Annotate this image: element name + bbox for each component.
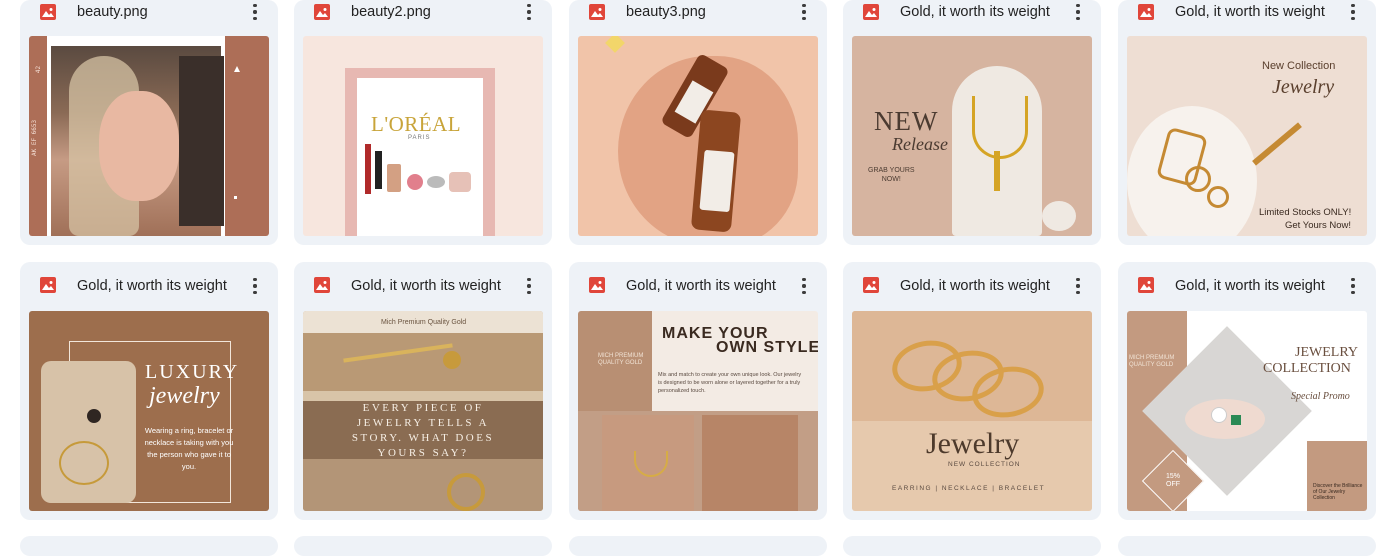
thumb-promo: Special Promo [1291, 391, 1350, 402]
file-card[interactable]: Gold, it worth its weight LUXURY jewelry… [20, 262, 278, 520]
file-card-header: beauty3.png [569, 0, 827, 28]
file-card[interactable] [294, 536, 552, 556]
image-file-icon [863, 277, 879, 293]
image-file-icon [863, 4, 879, 20]
image-file-icon [314, 4, 330, 20]
file-card[interactable]: Gold, it worth its weight JEWELRY COLLEC… [1118, 262, 1376, 520]
file-card-header: Gold, it worth its weight [569, 271, 827, 299]
file-name[interactable]: Gold, it worth its weight [900, 3, 1050, 21]
file-card[interactable]: beauty3.png [569, 0, 827, 245]
file-thumbnail[interactable]: LUXURY jewelry Wearing a ring, bracelet … [29, 311, 269, 511]
thumb-cta: GRAB YOURS NOW! [868, 167, 915, 183]
file-card[interactable]: Gold, it worth its weight Jewelry NEW CO… [843, 262, 1101, 520]
image-file-icon [314, 277, 330, 293]
more-vert-icon[interactable] [518, 1, 540, 23]
file-name[interactable]: Gold, it worth its weight [626, 277, 776, 295]
file-card[interactable]: Gold, it worth its weight New Collection… [1118, 0, 1376, 245]
file-card-header: Gold, it worth its weight [1118, 271, 1376, 299]
file-card-header: Gold, it worth its weight [843, 0, 1101, 28]
file-card[interactable]: beauty.png AK EF 6653 42 [20, 0, 278, 245]
file-card-header: Gold, it worth its weight [20, 271, 278, 299]
thumb-subhead: Release [892, 134, 948, 154]
file-thumbnail[interactable]: New Collection Jewelry Limited Stocks ON… [1127, 36, 1367, 236]
more-vert-icon[interactable] [1067, 275, 1089, 297]
image-file-icon [589, 4, 605, 20]
more-vert-icon[interactable] [244, 1, 266, 23]
more-vert-icon[interactable] [244, 275, 266, 297]
file-thumbnail[interactable]: MAKE YOUR OWN STYLE MICH PREMIUM QUALITY… [578, 311, 818, 511]
more-vert-icon[interactable] [518, 275, 540, 297]
thumb-brand: Mich Premium Quality Gold [381, 319, 467, 326]
file-thumbnail[interactable]: NEW Release GRAB YOURS NOW! [852, 36, 1092, 236]
thumb-headline: NEW [874, 106, 939, 136]
file-name[interactable]: Gold, it worth its weight [1175, 277, 1325, 295]
file-card-header: Gold, it worth its weight [843, 271, 1101, 299]
file-card-header: Gold, it worth its weight [294, 271, 552, 299]
image-file-icon [1138, 277, 1154, 293]
thumb-categories: EARRING | NECKLACE | BRACELET [892, 485, 1046, 492]
thumb-tagline: Discover the Brilliance of Our Jewelry C… [1313, 483, 1363, 501]
file-card[interactable]: Gold, it worth its weight MAKE YOUR OWN … [569, 262, 827, 520]
file-card-header: beauty.png [20, 0, 278, 28]
file-thumbnail[interactable] [578, 36, 818, 236]
more-vert-icon[interactable] [793, 1, 815, 23]
thumb-headline-1: JEWELRY [1295, 345, 1358, 360]
file-thumbnail[interactable]: L'ORÉAL PARIS [303, 36, 543, 236]
file-thumbnail[interactable]: JEWELRY COLLECTION Special Promo MICH PR… [1127, 311, 1367, 511]
thumb-cta-2: Get Yours Now! [1285, 220, 1352, 231]
more-vert-icon[interactable] [1067, 1, 1089, 23]
more-vert-icon[interactable] [1342, 1, 1364, 23]
thumb-headline-2: COLLECTION [1263, 361, 1351, 376]
thumb-brand: MICH PREMIUM QUALITY GOLD [598, 353, 644, 366]
file-thumbnail[interactable]: Mich Premium Quality Gold EVERY PIECE OF… [303, 311, 543, 511]
thumb-brand-sub: PARIS [408, 135, 431, 141]
file-name[interactable]: beauty.png [77, 3, 227, 21]
thumb-headline: Jewelry [926, 427, 1020, 460]
file-card[interactable] [20, 536, 278, 556]
file-name[interactable]: Gold, it worth its weight [1175, 3, 1325, 21]
file-name[interactable]: beauty2.png [351, 3, 501, 21]
more-vert-icon[interactable] [1342, 275, 1364, 297]
file-thumbnail[interactable]: AK EF 6653 42 [29, 36, 269, 236]
file-name[interactable]: Gold, it worth its weight [351, 277, 501, 295]
file-name[interactable]: beauty3.png [626, 3, 776, 21]
file-thumbnail[interactable]: Jewelry NEW COLLECTION EARRING | NECKLAC… [852, 311, 1092, 511]
thumb-brand: MICH PREMIUM QUALITY GOLD [1129, 355, 1175, 368]
thumb-headline: LUXURY [145, 361, 240, 383]
thumb-subhead: jewelry [149, 383, 220, 409]
file-card[interactable] [569, 536, 827, 556]
file-card[interactable] [1118, 536, 1376, 556]
image-file-icon [589, 277, 605, 293]
thumb-body: Mix and match to create your own unique … [658, 372, 802, 394]
thumb-body: Wearing a ring, bracelet or necklace is … [144, 426, 234, 471]
file-card[interactable] [843, 536, 1101, 556]
more-vert-icon[interactable] [793, 275, 815, 297]
file-grid: beauty.png AK EF 6653 42 beauty2.png L'O… [0, 0, 1387, 556]
file-card-header: beauty2.png [294, 0, 552, 28]
file-card[interactable]: Gold, it worth its weight Mich Premium Q… [294, 262, 552, 520]
thumb-discount: 15% OFF [1165, 473, 1180, 488]
thumb-side-text-left: AK EF 6653 [31, 119, 38, 156]
file-card[interactable]: Gold, it worth its weight NEW Release GR… [843, 0, 1101, 245]
image-file-icon [40, 277, 56, 293]
thumb-title-small: New Collection [1262, 60, 1336, 72]
thumb-cta-1: Limited Stocks ONLY! [1259, 207, 1352, 218]
thumb-side-text-right: 42 [35, 65, 43, 74]
thumb-subhead: NEW COLLECTION [948, 461, 1021, 468]
thumb-title-script: Jewelry [1272, 76, 1335, 98]
thumb-headline-2: OWN STYLE [716, 339, 818, 356]
thumb-brand: L'ORÉAL [371, 112, 462, 136]
file-name[interactable]: Gold, it worth its weight [900, 277, 1050, 295]
file-name[interactable]: Gold, it worth its weight [77, 277, 227, 295]
file-card[interactable]: beauty2.png L'ORÉAL PARIS [294, 0, 552, 245]
file-card-header: Gold, it worth its weight [1118, 0, 1376, 28]
image-file-icon [1138, 4, 1154, 20]
image-file-icon [40, 4, 56, 20]
thumb-quote: EVERY PIECE OF JEWELRY TELLS A STORY. WH… [351, 402, 495, 459]
